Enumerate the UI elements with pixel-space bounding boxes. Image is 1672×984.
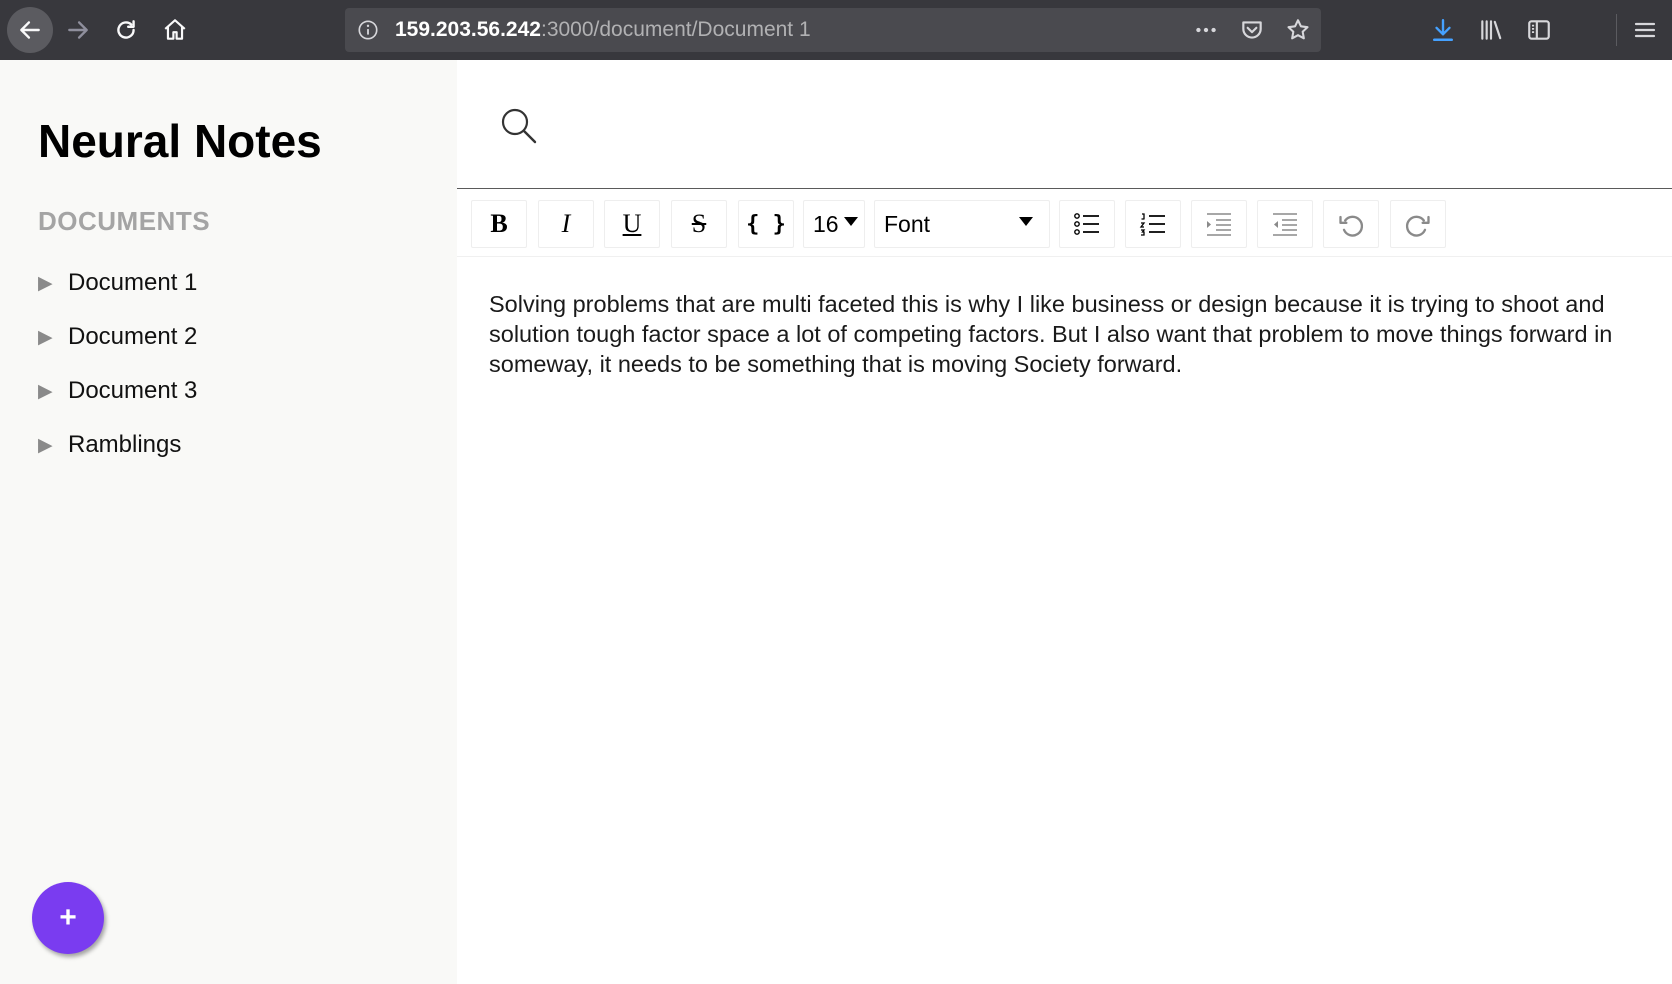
code-label: { }	[746, 211, 786, 237]
sidebar-item-document-2[interactable]: ▶ Document 2	[38, 310, 197, 364]
reload-button[interactable]	[103, 7, 149, 53]
download-icon	[1433, 19, 1453, 42]
hamburger-menu-icon	[1634, 22, 1656, 38]
url-text[interactable]: 159.203.56.242:3000/document/Document 1	[395, 8, 811, 52]
chevron-down-icon	[1019, 217, 1033, 226]
add-document-button[interactable]: +	[32, 882, 104, 954]
italic-button[interactable]: I	[538, 200, 594, 248]
library-icon	[1481, 20, 1502, 40]
bold-label: B	[490, 209, 508, 238]
sidebar-item-document-3[interactable]: ▶ Document 3	[38, 364, 197, 418]
sidebar-item-ramblings[interactable]: ▶ Ramblings	[38, 418, 197, 472]
app-title: Neural Notes	[38, 115, 322, 167]
toolbar-separator	[1616, 14, 1617, 46]
sidebar-item-label: Ramblings	[68, 431, 182, 458]
chevron-down-icon	[844, 217, 858, 226]
numbered-list-button[interactable]	[1125, 200, 1181, 248]
outdent-icon	[1273, 213, 1297, 236]
more-icon[interactable]	[1193, 17, 1219, 43]
sidebar: Neural Notes DOCUMENTS ▶ Document 1 ▶ Do…	[0, 60, 457, 984]
strikethrough-label: S	[691, 209, 707, 238]
italic-label: I	[561, 209, 571, 238]
home-icon	[164, 19, 186, 40]
sidebar-toggle-icon	[1528, 20, 1550, 40]
back-icon	[20, 21, 40, 39]
strikethrough-button[interactable]: S	[671, 200, 727, 248]
expand-triangle-icon[interactable]: ▶	[38, 326, 68, 349]
forward-icon	[68, 21, 88, 39]
main-content: B I U S { } 16 Font Solving problems tha…	[457, 60, 1672, 984]
home-button[interactable]	[152, 7, 198, 53]
sidebar-toggle-button[interactable]	[1525, 16, 1553, 44]
bold-button[interactable]: B	[471, 200, 527, 248]
bookmark-star-icon[interactable]	[1285, 17, 1311, 43]
search-icon[interactable]	[499, 106, 539, 146]
font-family-select[interactable]: Font	[874, 200, 1050, 248]
sidebar-item-label: Document 3	[68, 377, 198, 404]
documents-section-label: DOCUMENTS	[38, 206, 211, 236]
code-button[interactable]: { }	[738, 200, 794, 248]
numbered-list-icon	[1139, 213, 1165, 236]
library-button[interactable]	[1477, 16, 1505, 44]
url-path: :3000/document/Document 1	[540, 18, 811, 41]
sidebar-item-document-1[interactable]: ▶ Document 1	[38, 256, 197, 310]
font-family-value: Font	[884, 210, 931, 237]
app-menu-button[interactable]	[1631, 16, 1659, 44]
indent-icon	[1207, 213, 1231, 236]
browser-toolbar: 159.203.56.242:3000/document/Document 1	[0, 0, 1672, 60]
expand-triangle-icon[interactable]: ▶	[38, 380, 68, 403]
bullet-list-button[interactable]	[1059, 200, 1115, 248]
font-size-value: 16	[813, 210, 839, 237]
editor-toolbar: B I U S { } 16 Font	[457, 189, 1672, 257]
underline-label: U	[622, 209, 642, 238]
font-size-select[interactable]: 16	[803, 200, 865, 248]
indent-button[interactable]	[1191, 200, 1247, 248]
editor-content[interactable]: Solving problems that are multi faceted …	[489, 289, 1649, 379]
redo-icon	[1405, 215, 1430, 237]
url-host: 159.203.56.242	[395, 18, 541, 41]
bullet-list-icon	[1074, 213, 1099, 235]
outdent-button[interactable]	[1257, 200, 1313, 248]
url-bar[interactable]: 159.203.56.242:3000/document/Document 1	[345, 8, 1321, 52]
document-list: ▶ Document 1 ▶ Document 2 ▶ Document 3 ▶…	[38, 256, 197, 472]
underline-button[interactable]: U	[604, 200, 660, 248]
undo-icon	[1339, 215, 1364, 237]
expand-triangle-icon[interactable]: ▶	[38, 434, 68, 457]
redo-button[interactable]	[1390, 200, 1446, 248]
downloads-button[interactable]	[1429, 16, 1457, 44]
expand-triangle-icon[interactable]: ▶	[38, 272, 68, 295]
info-icon[interactable]	[357, 19, 379, 41]
reload-icon	[117, 20, 135, 39]
forward-button[interactable]	[55, 7, 101, 53]
pocket-icon[interactable]	[1239, 17, 1265, 43]
back-button[interactable]	[7, 7, 53, 53]
sidebar-item-label: Document 1	[68, 269, 198, 296]
search-area	[457, 60, 1672, 189]
undo-button[interactable]	[1323, 200, 1379, 248]
sidebar-item-label: Document 2	[68, 323, 198, 350]
